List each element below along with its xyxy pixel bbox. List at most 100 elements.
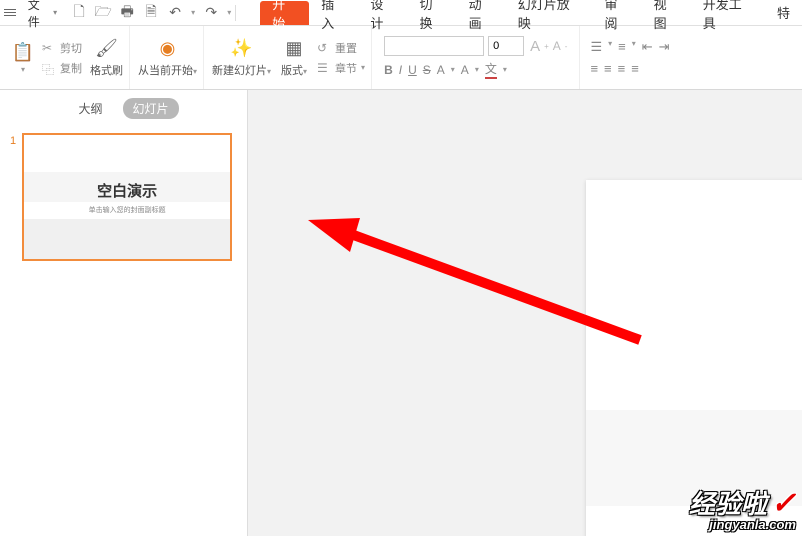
align-left-button[interactable]: ≡ bbox=[590, 61, 598, 76]
panel-tab-slides[interactable]: 幻灯片 bbox=[123, 98, 179, 119]
thumbnail-wrap: 1 空白演示 单击输入您的封面副标题 bbox=[0, 127, 247, 267]
tab-devtools[interactable]: 开发工具 bbox=[691, 0, 765, 25]
bullet-list-button[interactable]: ☰ bbox=[590, 39, 602, 55]
open-file-icon[interactable]: 🗁 bbox=[95, 5, 111, 21]
undo-more-icon[interactable]: ▾ bbox=[191, 8, 195, 17]
wen-button[interactable]: 文 bbox=[485, 60, 497, 79]
tab-transition[interactable]: 切换 bbox=[408, 0, 457, 25]
layout-button[interactable]: ▦ 版式▾ bbox=[281, 38, 307, 78]
print-icon[interactable]: 🖶 bbox=[119, 5, 135, 21]
paste-button[interactable]: 📋 ▾ bbox=[12, 41, 34, 74]
print-preview-icon[interactable]: 🗎 bbox=[143, 5, 159, 21]
tab-design[interactable]: 设计 bbox=[358, 0, 407, 25]
highlight-button[interactable]: A bbox=[461, 63, 469, 77]
cut-button[interactable]: ✂ 剪切 bbox=[42, 40, 82, 56]
section-button[interactable]: ☰章节▾ bbox=[317, 60, 365, 76]
align-right-button[interactable]: ≡ bbox=[618, 61, 626, 76]
tab-animation[interactable]: 动画 bbox=[457, 0, 506, 25]
cut-label: 剪切 bbox=[60, 40, 82, 56]
bold-button[interactable]: B bbox=[384, 63, 393, 77]
font-combos: A+ A- bbox=[384, 36, 567, 56]
align-justify-button[interactable]: ≡ bbox=[631, 61, 639, 76]
slide[interactable]: 空 单击输 bbox=[586, 180, 802, 536]
font-box: A+ A- B I U S A▾ A▾ 文▾ bbox=[380, 32, 571, 83]
new-slide-label: 新建幻灯片 bbox=[212, 65, 267, 77]
play-label: 从当前开始 bbox=[138, 65, 193, 77]
italic-button[interactable]: I bbox=[399, 63, 402, 77]
new-slide-icon: ✨ bbox=[231, 38, 253, 60]
redo-more-icon[interactable]: ▾ bbox=[227, 8, 231, 17]
clipboard-small: ✂ 剪切 ⿻复制 bbox=[42, 40, 82, 76]
font-increase-button[interactable]: A bbox=[530, 38, 540, 55]
clipboard-group: 📋 ▾ ✂ 剪切 ⿻复制 🖌 格式刷 bbox=[6, 26, 130, 89]
reset-label: 重置 bbox=[335, 40, 357, 56]
play-from-current-button[interactable]: ◉ 从当前开始▾ bbox=[138, 38, 197, 78]
font-group: A+ A- B I U S A▾ A▾ 文▾ bbox=[374, 26, 577, 89]
thumb-title: 空白演示 bbox=[97, 180, 157, 201]
tab-review[interactable]: 审阅 bbox=[593, 0, 642, 25]
paragraph-group: ☰▾ ≡▾ ⇤ ⇥ ≡ ≡ ≡ ≡ bbox=[579, 26, 679, 89]
layout-label: 版式 bbox=[281, 65, 303, 77]
watermark-check-icon: ✓ bbox=[771, 487, 796, 520]
slide-thumbnail[interactable]: 空白演示 单击输入您的封面副标题 bbox=[22, 133, 232, 261]
play-icon: ◉ bbox=[157, 38, 179, 60]
play-group: ◉ 从当前开始▾ bbox=[132, 26, 204, 89]
ribbon-tabs: 开始 插入 设计 切换 动画 幻灯片放映 审阅 视图 开发工具 特 bbox=[260, 0, 802, 25]
paste-more-icon: ▾ bbox=[21, 65, 25, 74]
ribbon: 📋 ▾ ✂剪切 ⿻复制 🖌 格式刷 ◉ 从当前开始▾ ✨ 新建幻灯片▾ ▦ 版式… bbox=[0, 26, 802, 90]
tab-start[interactable]: 开始 bbox=[260, 1, 309, 25]
redo-icon[interactable]: ↷ bbox=[203, 5, 219, 21]
watermark-text: 经验啦 bbox=[689, 489, 767, 519]
format-painter-label: 格式刷 bbox=[90, 62, 123, 78]
strike-button[interactable]: S bbox=[423, 63, 431, 77]
underline-button[interactable]: U bbox=[408, 63, 417, 77]
brush-icon: 🖌 bbox=[96, 38, 118, 60]
title-bar: 文件 ▾ 🗋 🗁 🖶 🗎 ↶ ▾ ↷ ▾ 开始 插入 设计 切换 动画 幻灯片放… bbox=[0, 0, 802, 26]
tab-insert[interactable]: 插入 bbox=[309, 0, 358, 25]
panel-tabs: 大纲 幻灯片 bbox=[0, 90, 247, 127]
slide-opts: ↺重置 ☰章节▾ bbox=[317, 40, 365, 76]
side-panel: 大纲 幻灯片 1 空白演示 单击输入您的封面副标题 bbox=[0, 90, 248, 536]
copy-label: 复制 bbox=[60, 60, 82, 76]
section-label: 章节 bbox=[335, 60, 357, 76]
number-list-button[interactable]: ≡ bbox=[618, 39, 626, 55]
align-center-button[interactable]: ≡ bbox=[604, 61, 612, 76]
tab-extra[interactable]: 特 bbox=[765, 0, 802, 25]
font-format-row: B I U S A▾ A▾ 文▾ bbox=[384, 60, 567, 79]
reset-icon: ↺ bbox=[317, 41, 331, 55]
slides-group: ✨ 新建幻灯片▾ ▦ 版式▾ ↺重置 ☰章节▾ bbox=[206, 26, 372, 89]
watermark: 经验啦✓ jingyanla.com bbox=[689, 484, 796, 532]
font-name-input[interactable] bbox=[384, 36, 484, 56]
indent-increase-button[interactable]: ⇥ bbox=[659, 39, 670, 55]
copy-button[interactable]: ⿻复制 bbox=[42, 60, 82, 76]
format-painter-button[interactable]: 🖌 格式刷 bbox=[90, 38, 123, 78]
thumb-subtitle: 单击输入您的封面副标题 bbox=[89, 205, 166, 215]
body-area: 大纲 幻灯片 1 空白演示 单击输入您的封面副标题 空 单击输 bbox=[0, 90, 802, 536]
tab-slideshow[interactable]: 幻灯片放映 bbox=[506, 0, 593, 25]
chevron-down-icon: ▾ bbox=[53, 8, 57, 17]
panel-tab-outline[interactable]: 大纲 bbox=[68, 98, 112, 119]
new-file-icon[interactable]: 🗋 bbox=[71, 5, 87, 21]
font-size-input[interactable] bbox=[488, 36, 524, 56]
font-decrease-button[interactable]: A bbox=[553, 39, 561, 53]
tab-view[interactable]: 视图 bbox=[642, 0, 691, 25]
thumbnail-number: 1 bbox=[10, 133, 16, 261]
watermark-url: jingyanla.com bbox=[689, 517, 796, 532]
reset-button[interactable]: ↺ 重置 bbox=[317, 40, 365, 56]
list-buttons: ☰▾ ≡▾ ⇤ ⇥ ≡ ≡ ≡ ≡ bbox=[586, 35, 673, 80]
indent-decrease-button[interactable]: ⇤ bbox=[642, 39, 653, 55]
section-icon: ☰ bbox=[317, 61, 331, 75]
layout-icon: ▦ bbox=[283, 38, 305, 60]
slide-canvas[interactable]: 空 单击输 bbox=[248, 90, 802, 536]
menu-icon[interactable] bbox=[4, 5, 20, 21]
cut-icon: ✂ bbox=[42, 41, 56, 55]
quick-access: 🗋 🗁 🖶 🗎 ↶ ▾ ↷ ▾ bbox=[71, 5, 231, 21]
undo-icon[interactable]: ↶ bbox=[167, 5, 183, 21]
new-slide-button[interactable]: ✨ 新建幻灯片▾ bbox=[212, 38, 271, 78]
thumb-bg2 bbox=[24, 219, 230, 259]
copy-icon: ⿻ bbox=[42, 61, 56, 75]
font-color-button[interactable]: A bbox=[437, 63, 445, 77]
paste-icon: 📋 bbox=[12, 41, 34, 63]
font-size-buttons: A+ A- bbox=[530, 36, 567, 56]
separator bbox=[235, 5, 236, 21]
